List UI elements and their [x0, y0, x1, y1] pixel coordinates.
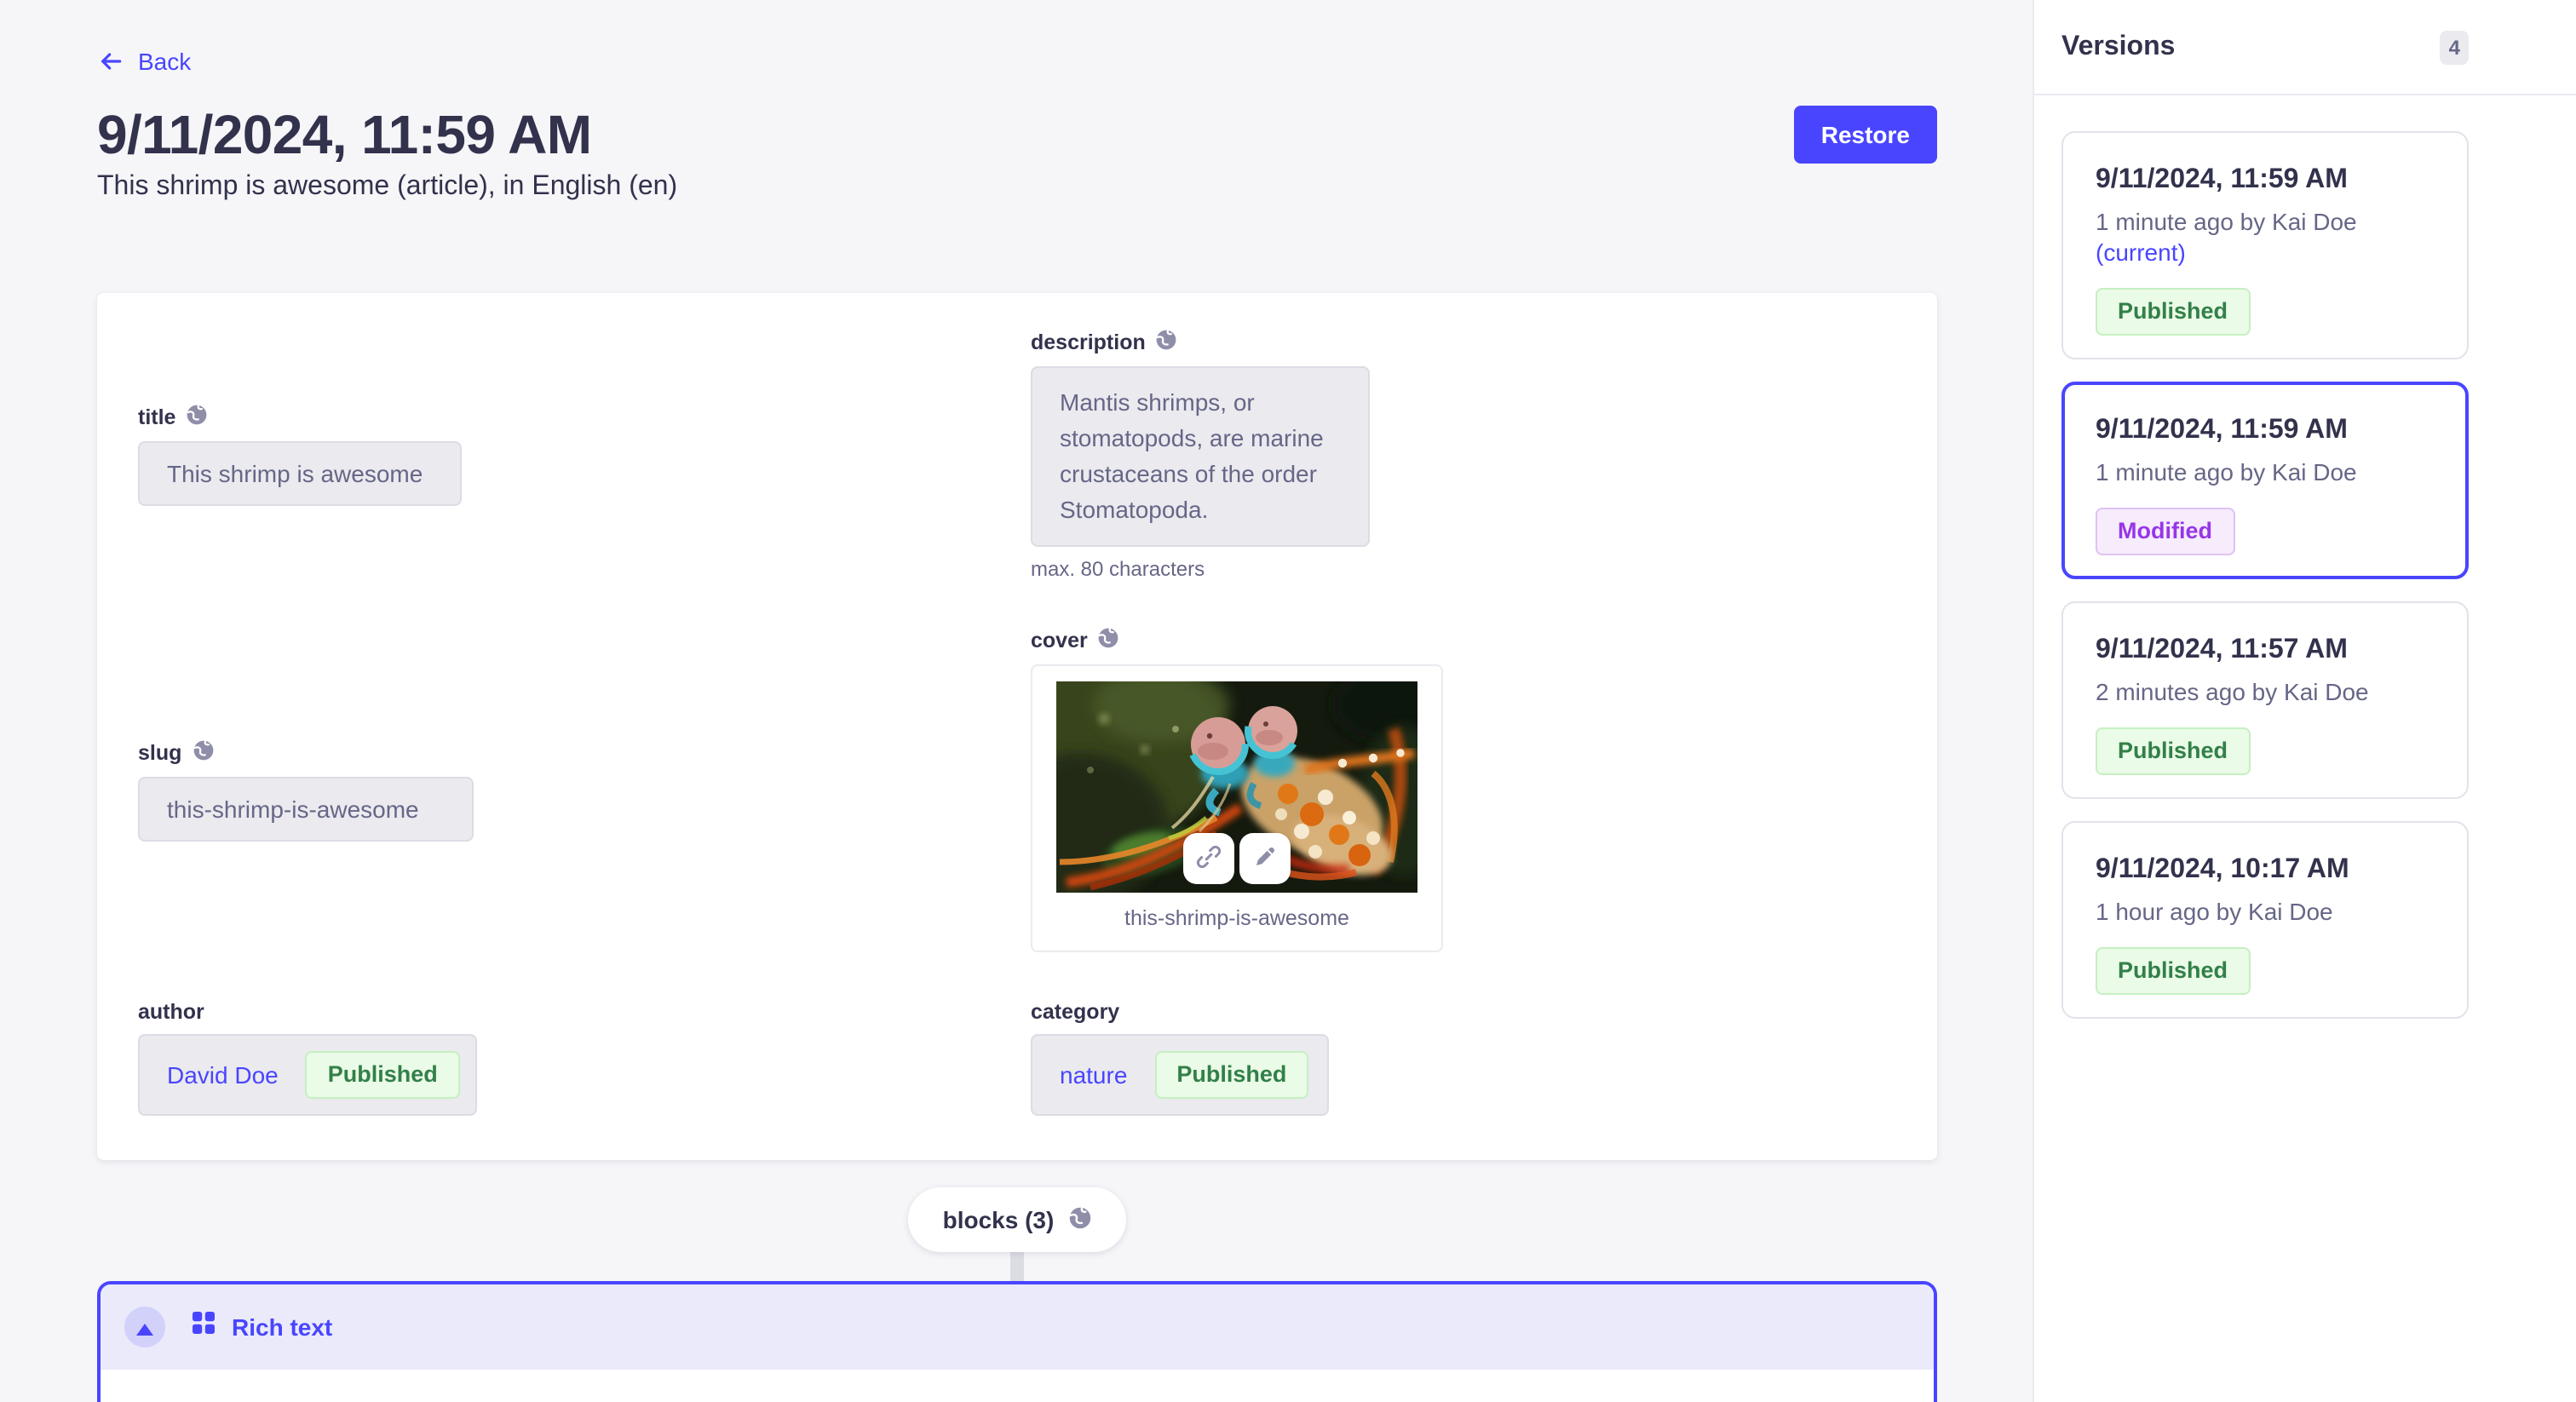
- version-meta-text: 1 hour ago by Kai Doe: [2096, 898, 2333, 925]
- version-status-badge: Published: [2096, 947, 2250, 995]
- slug-input: this-shrimp-is-awesome: [138, 776, 474, 841]
- field-title: title This shrimp is awesome: [138, 402, 1017, 506]
- field-description: description Mantis shrimps, or stomatopo…: [1031, 327, 1896, 581]
- field-cover-label: cover: [1031, 629, 1088, 652]
- globe-icon: [192, 738, 214, 766]
- version-date: 9/11/2024, 10:17 AM: [2096, 853, 2435, 888]
- category-relation-box: nature Published: [1031, 1034, 1329, 1116]
- version-status-badge: Published: [2096, 288, 2250, 336]
- field-author-label: author: [138, 1000, 204, 1024]
- globe-icon: [1156, 329, 1178, 356]
- author-status-badge: Published: [306, 1051, 460, 1099]
- chevron-up-icon: [136, 1314, 153, 1340]
- version-date: 9/11/2024, 11:59 AM: [2096, 414, 2435, 448]
- version-meta-text: 1 minute ago by Kai Doe: [2096, 458, 2357, 486]
- author-relation-link[interactable]: David Doe: [167, 1061, 279, 1089]
- version-date: 9/11/2024, 11:57 AM: [2096, 634, 2435, 668]
- versions-sidebar: Versions 4 9/11/2024, 11:59 AM 1 minute …: [2033, 0, 2576, 1402]
- pencil-icon: [1251, 842, 1279, 875]
- versions-count-badge: 4: [2441, 30, 2469, 64]
- version-status-badge: Modified: [2096, 508, 2234, 555]
- cover-card: this-shrimp-is-awesome: [1031, 664, 1443, 952]
- link-icon: [1195, 842, 1222, 875]
- main-content: Back 9/11/2024, 11:59 AM Restore This sh…: [0, 0, 2033, 1402]
- title-input: This shrimp is awesome: [138, 441, 462, 506]
- version-meta-text: 1 minute ago by Kai Doe: [2096, 208, 2357, 235]
- page-subtitle: This shrimp is awesome (article), in Eng…: [97, 170, 1937, 204]
- block-type-label: Rich text: [232, 1313, 332, 1341]
- field-category: category nature Published: [1031, 997, 1896, 1116]
- globe-icon: [1098, 627, 1120, 654]
- version-meta: 2 minutes ago by Kai Doe: [2096, 676, 2435, 707]
- versions-title: Versions: [2061, 32, 2175, 62]
- version-fields-card: title This shrimp is awesome description: [97, 293, 1937, 1160]
- arrow-left-icon: [97, 48, 124, 75]
- field-category-label: category: [1031, 1000, 1119, 1024]
- version-meta: 1 hour ago by Kai Doe: [2096, 896, 2435, 927]
- rich-text-block-header[interactable]: Rich text: [101, 1284, 1934, 1370]
- globe-icon: [186, 404, 208, 431]
- version-meta-text: 2 minutes ago by Kai Doe: [2096, 678, 2369, 705]
- blocks-pill-label: blocks (3): [943, 1206, 1055, 1233]
- field-cover: cover: [1031, 625, 1896, 952]
- globe-icon: [1067, 1205, 1091, 1234]
- restore-button[interactable]: Restore: [1794, 106, 1937, 164]
- version-meta: 1 minute ago by Kai Doe: [2096, 457, 2435, 487]
- version-card-selected[interactable]: 9/11/2024, 11:59 AM 1 minute ago by Kai …: [2061, 382, 2469, 579]
- edit-image-button[interactable]: [1239, 833, 1291, 884]
- current-version-tag: (current): [2096, 238, 2186, 266]
- cover-filename: this-shrimp-is-awesome: [1046, 906, 1428, 934]
- field-slug-label: slug: [138, 740, 181, 764]
- version-date: 9/11/2024, 11:59 AM: [2096, 164, 2435, 198]
- field-author: author David Doe Published: [138, 997, 1017, 1116]
- version-card[interactable]: 9/11/2024, 10:17 AM 1 hour ago by Kai Do…: [2061, 821, 2469, 1019]
- block-connector: [1010, 1252, 1024, 1281]
- category-relation-link[interactable]: nature: [1060, 1061, 1127, 1089]
- blocks-field-pill[interactable]: blocks (3): [909, 1187, 1126, 1252]
- back-link[interactable]: Back: [97, 48, 191, 75]
- field-description-label: description: [1031, 330, 1146, 354]
- author-relation-box: David Doe Published: [138, 1034, 477, 1116]
- version-card[interactable]: 9/11/2024, 11:57 AM 2 minutes ago by Kai…: [2061, 601, 2469, 799]
- rich-text-block: Rich text body: [97, 1281, 1937, 1402]
- version-list: 9/11/2024, 11:59 AM 1 minute ago by Kai …: [2034, 95, 2576, 1053]
- description-hint: max. 80 characters: [1031, 557, 1896, 581]
- copy-link-button[interactable]: [1183, 833, 1234, 884]
- grid-icon: [193, 1312, 215, 1342]
- page: Back 9/11/2024, 11:59 AM Restore This sh…: [0, 0, 2576, 1402]
- collapse-block-button[interactable]: [124, 1307, 165, 1347]
- back-label: Back: [138, 48, 191, 75]
- version-status-badge: Published: [2096, 727, 2250, 775]
- description-textarea: Mantis shrimps, or stomatopods, are mari…: [1031, 366, 1370, 547]
- category-status-badge: Published: [1154, 1051, 1308, 1099]
- version-meta: 1 minute ago by Kai Doe (current): [2096, 206, 2435, 267]
- field-title-label: title: [138, 405, 175, 429]
- page-title: 9/11/2024, 11:59 AM: [97, 106, 591, 164]
- version-card[interactable]: 9/11/2024, 11:59 AM 1 minute ago by Kai …: [2061, 131, 2469, 359]
- field-slug: slug this-shrimp-is-awesome: [138, 737, 1017, 841]
